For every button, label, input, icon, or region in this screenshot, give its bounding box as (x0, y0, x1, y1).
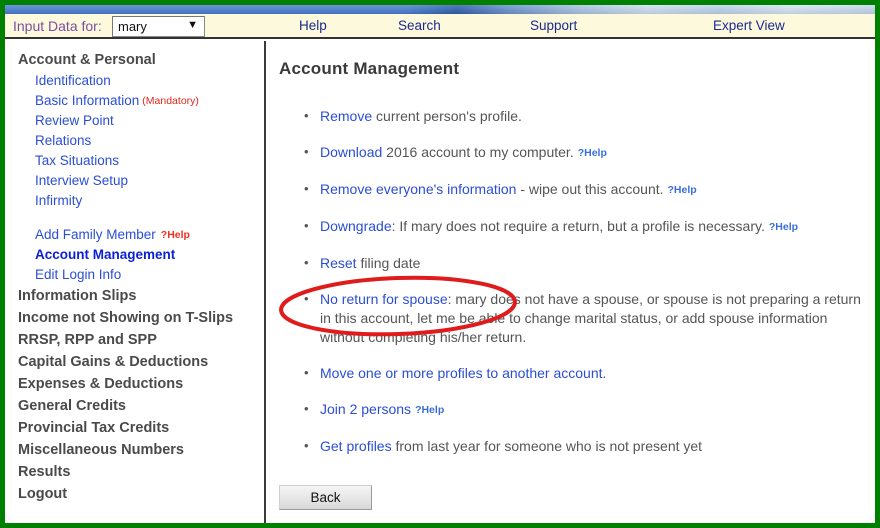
help-icon[interactable]: ?Help (769, 221, 798, 233)
sidebar-section-results[interactable]: Results (5, 461, 264, 483)
sidebar-item-label: Tax Situations (35, 153, 120, 168)
join-persons-link[interactable]: Join 2 persons (320, 401, 411, 417)
sidebar-item-relations[interactable]: Relations (5, 131, 264, 151)
sidebar-item-label: Relations (35, 133, 92, 148)
sidebar-item-label: Interview Setup (35, 173, 129, 188)
page-title: Account Management (279, 59, 460, 78)
help-icon[interactable]: ?Help (415, 404, 444, 416)
sidebar-item-basic-information[interactable]: Basic Information (Mandatory) (5, 91, 264, 111)
list-item-get-profiles: Get profiles from last year for someone … (304, 436, 867, 456)
chevron-down-icon: ▼ (187, 19, 198, 31)
help-icon[interactable]: ?Help (578, 147, 607, 159)
sidebar-item-label: Edit Login Info (35, 267, 122, 282)
input-data-for-label: Input Data for: (13, 18, 102, 34)
top-navigation-bar: Input Data for: mary ▼ Help Search Suppo… (5, 14, 875, 39)
sidebar-navigation: Account & Personal Identification Basic … (5, 41, 266, 523)
move-profiles-link[interactable]: Move one or more profiles to another acc… (320, 365, 606, 381)
sidebar-section-provincial-tax-credits[interactable]: Provincial Tax Credits (5, 417, 264, 439)
sidebar-item-add-family-member[interactable]: Add Family Member ?Help (5, 225, 264, 245)
reset-filing-date-link[interactable]: Reset (320, 255, 357, 271)
sidebar-item-tax-situations[interactable]: Tax Situations (5, 151, 264, 171)
sidebar-section-rrsp-rpp-spp[interactable]: RRSP, RPP and SPP (5, 329, 264, 351)
sidebar-item-label: Add Family Member (35, 227, 156, 242)
nav-link-help[interactable]: Help (299, 18, 327, 33)
no-return-for-spouse-link[interactable]: No return for spouse (320, 291, 448, 307)
sidebar-item-edit-login-info[interactable]: Edit Login Info (5, 265, 264, 285)
sidebar-item-label: Account Management (35, 247, 176, 262)
get-profiles-link[interactable]: Get profiles (320, 438, 392, 454)
sidebar-section-general-credits[interactable]: General Credits (5, 395, 264, 417)
sidebar-item-label: Identification (35, 73, 111, 88)
sidebar-section-logout[interactable]: Logout (5, 483, 264, 505)
sidebar-item-review-point[interactable]: Review Point (5, 111, 264, 131)
back-button[interactable]: Back (279, 485, 372, 510)
banner-strip (5, 5, 875, 14)
sidebar-section-account-personal[interactable]: Account & Personal (5, 47, 264, 71)
sidebar-item-label: Review Point (35, 113, 114, 128)
list-item-reset-filing-date: Reset filing date (304, 253, 867, 273)
account-action-list: Remove current person's profile. Downloa… (292, 106, 867, 473)
person-select-value: mary (118, 19, 147, 34)
list-item-remove-everyone: Remove everyone's information - wipe out… (304, 179, 867, 200)
help-icon[interactable]: ?Help (668, 184, 697, 196)
application-window: Input Data for: mary ▼ Help Search Suppo… (0, 0, 880, 528)
list-item-join-persons: Join 2 persons ?Help (304, 399, 867, 420)
download-account-text: 2016 account to my computer. (382, 144, 574, 160)
sidebar-section-miscellaneous-numbers[interactable]: Miscellaneous Numbers (5, 439, 264, 461)
nav-link-support[interactable]: Support (530, 18, 577, 33)
sidebar-section-capital-gains[interactable]: Capital Gains & Deductions (5, 351, 264, 373)
download-account-link[interactable]: Download (320, 144, 382, 160)
sidebar-section-income-not-showing[interactable]: Income not Showing on T-Slips (5, 307, 264, 329)
sidebar-item-interview-setup[interactable]: Interview Setup (5, 171, 264, 191)
sidebar-section-expenses-deductions[interactable]: Expenses & Deductions (5, 373, 264, 395)
sidebar-item-account-management[interactable]: Account Management (5, 245, 264, 265)
sidebar-item-label: Infirmity (35, 193, 83, 208)
person-select-dropdown[interactable]: mary ▼ (112, 16, 205, 37)
mandatory-tag: (Mandatory) (142, 95, 199, 107)
remove-profile-link[interactable]: Remove (320, 108, 372, 124)
list-item-move-profiles: Move one or more profiles to another acc… (304, 363, 867, 383)
get-profiles-text: from last year for someone who is not pr… (391, 438, 703, 454)
nav-link-expert-view[interactable]: Expert View (713, 18, 785, 33)
sidebar-item-infirmity[interactable]: Infirmity (5, 191, 264, 211)
list-item-remove-profile: Remove current person's profile. (304, 106, 867, 126)
reset-filing-date-text: filing date (356, 255, 421, 271)
sidebar-section-information-slips[interactable]: Information Slips (5, 285, 264, 307)
downgrade-text: : If mary does not require a return, but… (391, 218, 765, 234)
sidebar-item-identification[interactable]: Identification (5, 71, 264, 91)
main-content: Account Management Remove current person… (268, 41, 875, 523)
help-icon[interactable]: ?Help (161, 229, 190, 241)
remove-everyone-text: - wipe out this account. (516, 181, 664, 197)
list-item-no-return-for-spouse: No return for spouse: mary does not have… (304, 289, 867, 347)
list-item-download-account: Download 2016 account to my computer. ?He… (304, 142, 867, 163)
sidebar-item-label: Basic Information (35, 93, 140, 108)
nav-link-search[interactable]: Search (398, 18, 441, 33)
downgrade-link[interactable]: Downgrade (320, 218, 392, 234)
list-item-downgrade: Downgrade: If mary does not require a re… (304, 216, 867, 237)
remove-profile-text: current person's profile. (372, 108, 522, 124)
remove-everyone-link[interactable]: Remove everyone's information (320, 181, 516, 197)
